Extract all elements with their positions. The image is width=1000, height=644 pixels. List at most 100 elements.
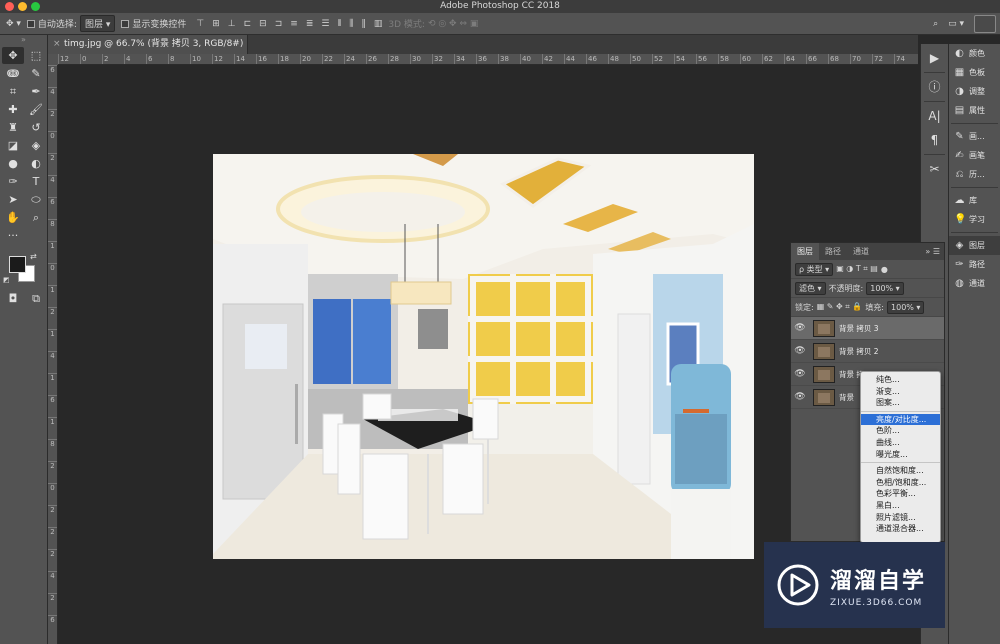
distribute-top-icon[interactable]: ≡ [290,19,298,29]
quick-mask-icon[interactable]: ◘ [2,290,24,307]
align-bottom-icon[interactable]: ⊥ [228,19,236,29]
horizontal-ruler[interactable]: 12 0 2 4 6 8 10 12 14 16 18 20 22 24 26 28 30 32 34 36 38 40 4… [58,54,918,65]
layer-row[interactable]: 👁 背景 拷贝 2 [791,340,944,363]
shape-tool-icon[interactable]: ⬭ [25,191,47,208]
auto-select-dropdown[interactable]: 图层 ▾ [79,15,116,32]
default-colors-icon[interactable]: ◩ [3,276,10,284]
maximize-window-button[interactable] [31,2,40,11]
more-tools-icon[interactable]: ··· [2,227,24,244]
brush-tool-icon[interactable]: 🖌 [25,101,47,118]
menu-item[interactable]: 曲线... [861,437,940,449]
stamp-tool-icon[interactable]: ♜ [2,119,24,136]
panel-tab-4[interactable]: ✎ 画... [949,127,1000,146]
panel-tab-10[interactable]: ✑ 路径 [949,255,1000,274]
move-tool-preset[interactable]: ✥ ▾ [6,19,21,29]
distribute-bottom-icon[interactable]: ☰ [321,19,329,29]
menu-item[interactable]: 色相/饱和度... [861,477,940,489]
panel-tab-1[interactable]: ▦ 色板 [949,63,1000,82]
panel-tab-0[interactable]: ◐ 颜色 [949,44,1000,63]
history-brush-tool-icon[interactable]: ↺ [25,119,47,136]
panel-tab-11[interactable]: ◍ 通道 [949,274,1000,293]
search-icon[interactable]: ⌕ [933,19,938,29]
menu-item[interactable]: 自然饱和度... [861,465,940,477]
menu-item[interactable]: 亮度/对比度... [861,413,940,426]
bucket-tool-icon[interactable]: ◈ [25,137,47,154]
auto-select-checkbox[interactable] [26,19,35,28]
path-select-tool-icon[interactable]: ➤ [2,191,24,208]
vertical-ruler[interactable]: 64202468101214161820222426 [48,65,58,644]
panel-menu-icon[interactable]: » ☰ [925,247,944,256]
kind-filter-dropdown[interactable]: ρ 类型 ▾ [795,262,834,276]
toolbar-grip[interactable]: » [0,35,47,45]
menu-item[interactable]: 渐变... [861,386,940,398]
crop-tool-icon[interactable]: ⌗ [2,83,24,100]
panel-tab-2[interactable]: ◑ 调整 [949,82,1000,101]
character-icon[interactable]: A| [921,106,948,126]
align-left-icon[interactable]: ⊏ [244,19,252,29]
panel-tab-8[interactable]: 💡 学习 [949,210,1000,229]
healing-tool-icon[interactable]: ✚ [2,101,24,118]
opacity-field[interactable]: 100% ▾ [866,281,904,295]
lock-icons[interactable]: ▦ ✎ ✥ ⌗ 🔒 [817,302,863,312]
document-image[interactable] [213,154,754,559]
type-tool-icon[interactable]: T [25,173,47,190]
eyedropper-tool-icon[interactable]: ✒ [25,83,47,100]
pen-tool-icon[interactable]: ✑ [2,173,24,190]
screen-mode-icon[interactable]: ⧉ [25,290,47,307]
panel-tab-7[interactable]: ☁ 库 [949,191,1000,210]
tab-paths[interactable]: 路径 [819,243,847,260]
distribute-right-icon[interactable]: ‖ [361,19,366,29]
paragraph-icon[interactable]: ¶ [921,130,948,150]
visibility-eye-icon[interactable]: 👁 [791,323,809,333]
menu-item[interactable]: 曝光度... [861,449,940,461]
align-vcenter-icon[interactable]: ⊞ [212,19,220,29]
minimize-window-button[interactable] [18,2,27,11]
marquee-tool-icon[interactable]: ⬚ [25,47,47,64]
panel-tab-9[interactable]: ◈ 图层 [949,236,1000,255]
visibility-eye-icon[interactable]: 👁 [791,369,809,379]
visibility-eye-icon[interactable]: 👁 [791,346,809,356]
share-icon[interactable] [974,15,996,33]
filter-toggle-icon[interactable]: ● [881,265,888,274]
close-window-button[interactable] [5,2,14,11]
quick-select-tool-icon[interactable]: ✎ [25,65,47,82]
layer-row[interactable]: 👁 背景 拷贝 3 [791,317,944,340]
swap-colors-icon[interactable]: ⇄ [30,252,37,261]
align-top-icon[interactable]: ⊤ [196,19,204,29]
play-action-icon[interactable]: ▶ [921,48,948,68]
panel-tab-6[interactable]: ⎌ 历... [949,165,1000,184]
menu-item[interactable]: 纯色... [861,374,940,386]
close-tab-icon[interactable]: × [53,35,61,54]
tool-presets-icon[interactable]: ✂ [921,159,948,179]
zoom-tool-icon[interactable]: ⌕ [25,209,47,226]
tab-layers[interactable]: 图层 [791,243,819,260]
menu-item[interactable]: 通道混合器... [861,523,940,535]
auto-select-option[interactable]: 自动选择: 图层 ▾ [26,15,116,32]
dodge-tool-icon[interactable]: ◐ [25,155,47,172]
visibility-eye-icon[interactable]: 👁 [791,392,809,402]
blur-tool-icon[interactable]: ● [2,155,24,172]
menu-item[interactable]: 色阶... [861,425,940,437]
info-icon[interactable]: ⓘ [921,77,948,97]
distribute-left-icon[interactable]: ⫴ [337,19,341,29]
document-tab[interactable]: × timg.jpg @ 66.7% (背景 拷贝 3, RGB/8#) * [48,35,248,68]
align-hcenter-icon[interactable]: ⊟ [259,19,267,29]
filter-icons[interactable]: ▣ ◑ T ⌗ ▤ [836,264,878,274]
lasso-tool-icon[interactable]: ↈ [2,65,24,82]
foreground-color[interactable] [9,256,26,273]
menu-item[interactable]: 黑白... [861,500,940,512]
tab-channels[interactable]: 通道 [847,243,875,260]
distribute-vcenter-icon[interactable]: ≣ [306,19,314,29]
workspace-icon[interactable]: ▭ ▾ [948,19,964,29]
align-right-icon[interactable]: ⊐ [275,19,283,29]
hand-tool-icon[interactable]: ✋ [2,209,24,226]
distribute-hcenter-icon[interactable]: ⫼ [349,19,353,29]
blend-mode-dropdown[interactable]: 滤色 ▾ [795,281,826,295]
eraser-tool-icon[interactable]: ◪ [2,137,24,154]
show-transform-checkbox[interactable] [121,19,130,28]
auto-align-icon[interactable]: ▥ [374,19,383,29]
menu-item[interactable]: 图案... [861,397,940,409]
fill-field[interactable]: 100% ▾ [887,300,925,314]
move-tool-icon[interactable]: ✥ [2,47,24,64]
panel-tab-3[interactable]: ▤ 属性 [949,101,1000,120]
